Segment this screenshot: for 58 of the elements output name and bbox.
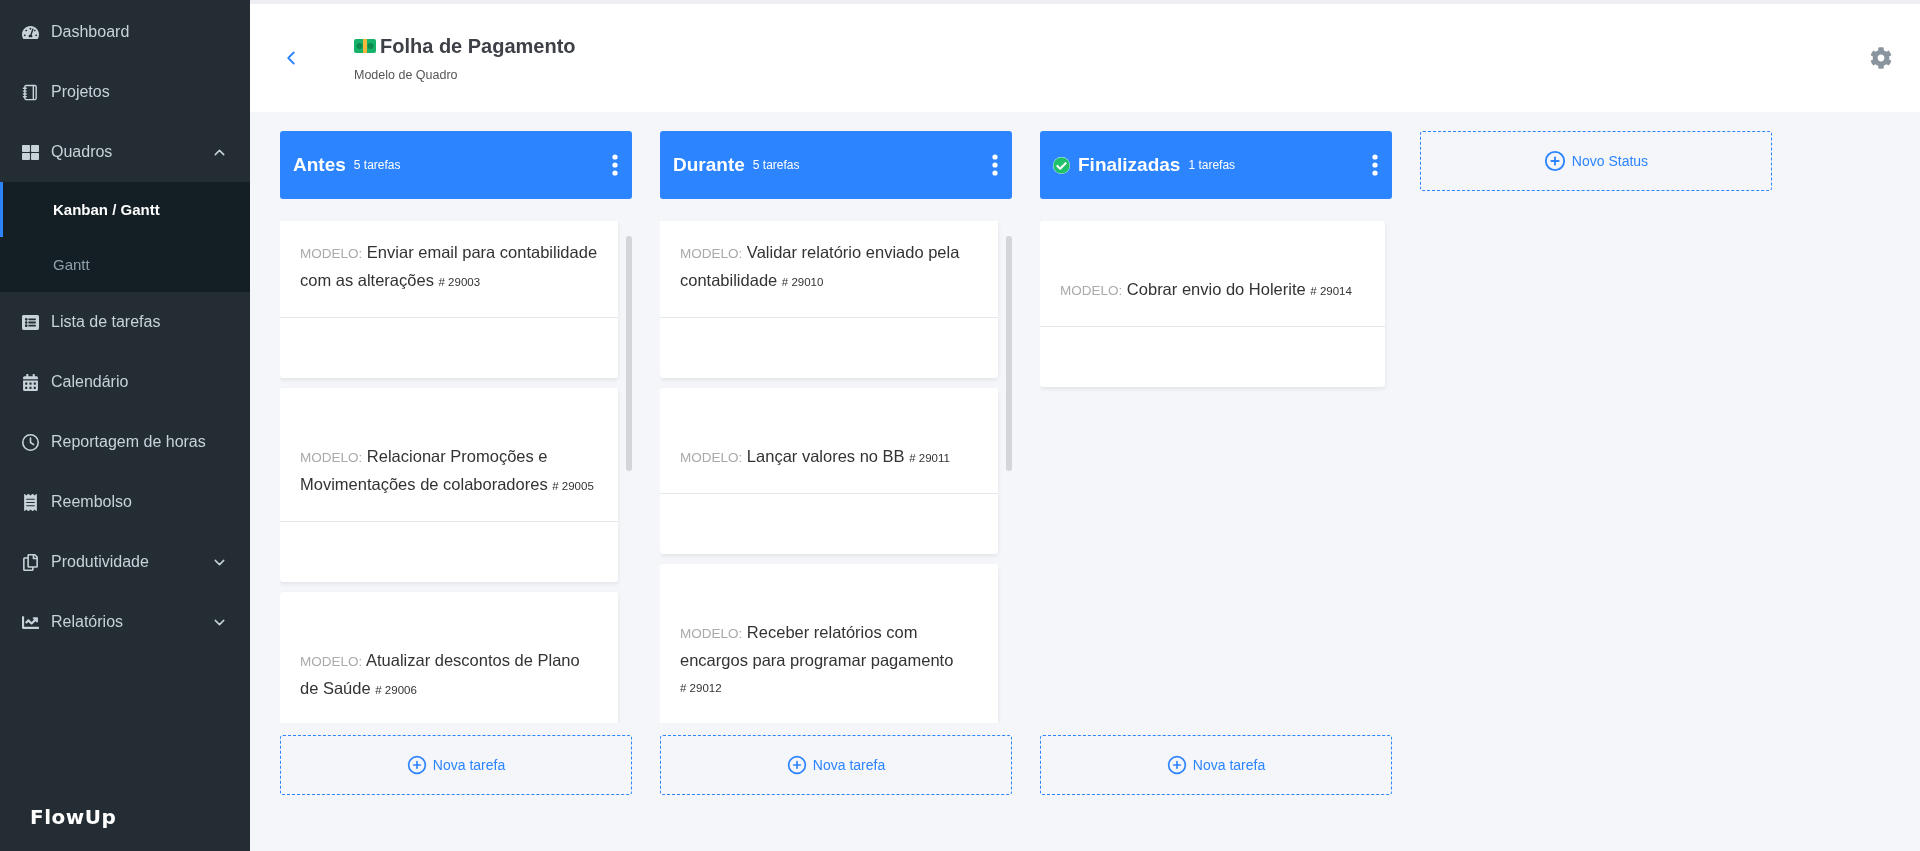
copy-icon [22,553,39,571]
task-count: 1 tarefas [1188,158,1237,172]
board-title: Folha de Pagamento [380,34,576,58]
sidebar-item[interactable]: Reportagem de horas [0,412,250,472]
sidebar-item[interactable]: Reembolso [0,472,250,532]
plus-circle-icon [1166,755,1187,775]
sidebar-item[interactable]: Quadros [0,122,250,182]
more-vertical-icon [1372,154,1378,176]
task-card[interactable]: MODELO: Lançar valores no BB # 29011 [660,388,998,554]
board-subtitle: Modelo de Quadro [354,67,459,82]
more-vertical-icon [612,154,618,176]
plus-circle-icon [1543,150,1566,172]
task-title: MODELO: Relacionar Promoções e Movimentações de colaboradores # 29005 [300,446,595,495]
clock-icon [22,433,39,451]
notebook-icon [22,83,39,101]
task-card[interactable]: MODELO: Cobrar envio do Holerite # 29014 [1040,221,1385,387]
plus-circle-icon [406,755,427,775]
settings-button[interactable] [1870,47,1892,69]
task-count: 5 tarefas [353,158,402,172]
column-title: Finalizadas [1078,154,1181,176]
more-button[interactable] [612,154,618,176]
task-title: MODELO: Cobrar envio do Holerite # 29014 [1060,279,1353,300]
scrollbar-thumb[interactable] [626,236,632,471]
task-card[interactable]: MODELO: Enviar email para contabilidade com as alterações # 29003 [280,221,618,378]
banknote-icon [354,38,376,54]
task-title: MODELO: Validar relatório enviado pela contabilidade # 29010 [680,242,961,291]
sidebar-item[interactable]: Produtividade [0,532,250,592]
sidebar-item[interactable]: Dashboard [0,2,250,62]
task-count: 5 tarefas [752,158,801,172]
list-icon [22,313,39,331]
task-card[interactable]: MODELO: Relacionar Promoções e Movimentações de colaboradores # 29005 [280,388,618,582]
column-title: Antes [293,154,346,176]
task-card[interactable]: MODELO: Atualizar descontos de Plano de Saúde # 29006 [280,592,618,723]
plus-circle-icon [786,755,807,775]
more-vertical-icon [992,154,998,176]
sidebar-subitem[interactable]: Kanban / Gantt [0,182,250,237]
grid-icon [22,143,39,161]
sidebar-item[interactable]: Projetos [0,62,250,122]
task-title: MODELO: Receber relatórios com encargos para programar pagamento # 29012 [680,622,955,696]
sidebar-item[interactable]: Relatórios [0,592,250,652]
calendar-icon [22,373,39,391]
gauge-icon [22,23,39,41]
receipt-icon [22,493,39,511]
sidebar-item[interactable]: Calendário [0,352,250,412]
column-title: Durante [673,154,745,176]
task-card[interactable]: MODELO: Receber relatórios com encargos para programar pagamento # 29012 [660,564,998,723]
settings-icon [1870,47,1892,69]
more-button[interactable] [1372,154,1378,176]
task-title: MODELO: Enviar email para contabilidade com as alterações # 29003 [300,242,598,291]
task-title: MODELO: Lançar valores no BB # 29011 [680,446,951,467]
task-card[interactable]: MODELO: Validar relatório enviado pela contabilidade # 29010 [660,221,998,378]
scrollbar-thumb[interactable] [1006,236,1012,471]
app-logo: FlowUp [30,805,118,829]
sidebar-item[interactable]: Lista de tarefas [0,292,250,352]
line-chart-icon [22,613,39,631]
more-button[interactable] [992,154,998,176]
sidebar-subitem[interactable]: Gantt [0,237,250,292]
task-title: MODELO: Atualizar descontos de Plano de Saúde # 29006 [300,650,581,699]
